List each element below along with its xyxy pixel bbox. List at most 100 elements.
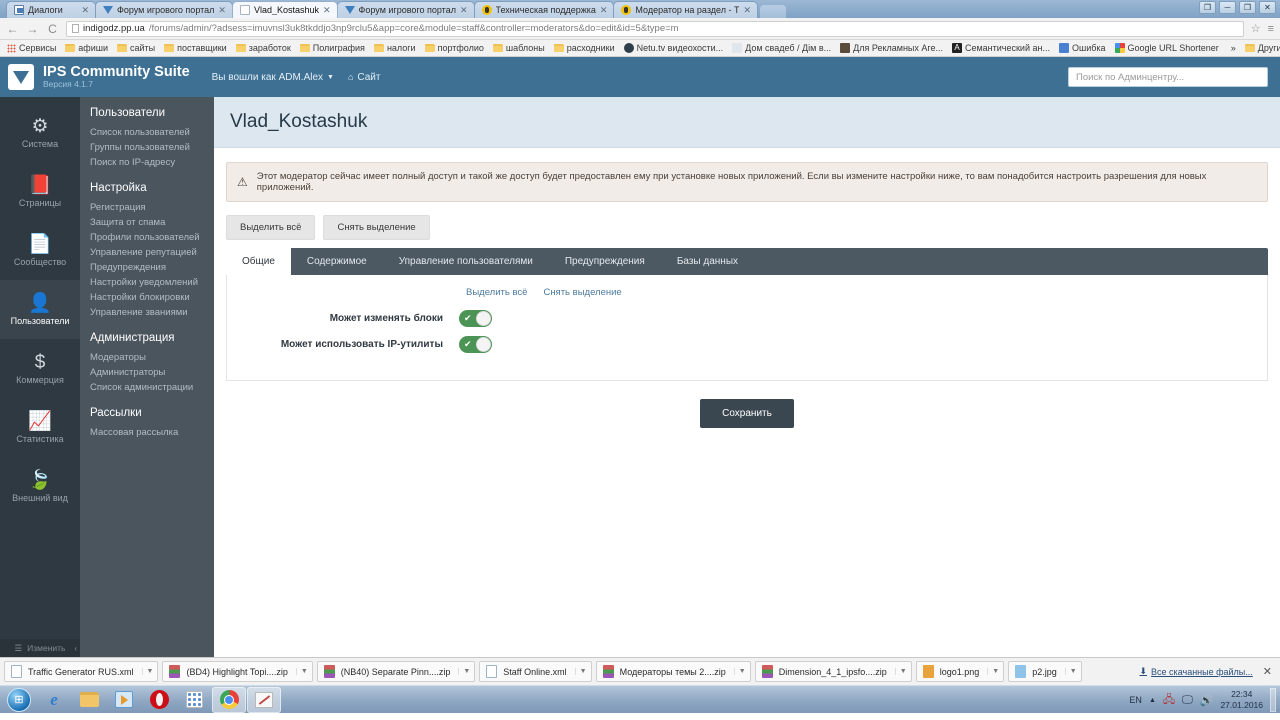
download-item[interactable]: Dimension_4_1_ipsfo....zip ▼ (754, 661, 912, 682)
browser-tab[interactable]: Техническая поддержка ✕ (473, 1, 615, 18)
back-icon[interactable]: ← (6, 22, 19, 36)
menu-item-user-groups[interactable]: Группы пользователей (90, 140, 214, 155)
maximize-button[interactable]: ❐ (1239, 1, 1256, 14)
minimize-button[interactable]: ─ (1219, 1, 1236, 14)
bookmark-item[interactable]: Полиграфия (297, 43, 368, 53)
chevron-down-icon[interactable]: ▼ (295, 668, 308, 675)
menu-item-administrators[interactable]: Администраторы (90, 365, 214, 380)
language-indicator[interactable]: EN (1129, 695, 1142, 705)
chevron-down-icon[interactable]: ▼ (458, 668, 470, 675)
chevron-down-icon[interactable]: ▼ (1064, 668, 1077, 675)
close-icon[interactable]: ✕ (218, 5, 226, 16)
taskbar-explorer[interactable] (72, 687, 106, 713)
bookmark-item[interactable]: Дом свадеб / Дім в... (729, 43, 834, 53)
bookmark-item[interactable]: Сервисы (4, 43, 59, 53)
taskbar-media-player[interactable] (107, 687, 141, 713)
show-desktop-button[interactable] (1270, 688, 1276, 712)
site-link[interactable]: ⌂ Сайт (348, 72, 381, 83)
rail-item-stats[interactable]: 📈 Статистика (0, 398, 80, 457)
rail-item-users[interactable]: 👤 Пользователи (0, 280, 80, 339)
menu-item-ranks[interactable]: Управление званиями (90, 305, 214, 320)
taskbar-internet-explorer[interactable]: e (37, 687, 71, 713)
menu-item-spam-protection[interactable]: Защита от спама (90, 215, 214, 230)
download-item[interactable]: logo1.png ▼ (915, 661, 1005, 682)
menu-item-lockdown[interactable]: Настройки блокировки (90, 290, 214, 305)
browser-tab-active[interactable]: Vlad_Kostashuk ✕ (231, 1, 338, 18)
restore-group-icon[interactable]: ❐ (1199, 1, 1216, 14)
select-all-button[interactable]: Выделить всё (226, 215, 316, 240)
menu-item-ip-search[interactable]: Поиск по IP-адресу (90, 155, 214, 170)
tab-databases[interactable]: Базы данных (661, 248, 754, 275)
browser-tab[interactable]: Форум игрового портал ✕ (95, 1, 233, 18)
bookmark-item[interactable]: афиши (62, 43, 111, 53)
network-error-icon[interactable]: 🖧 (1163, 691, 1175, 710)
bookmark-item[interactable]: расходники (551, 43, 618, 53)
address-bar[interactable]: indigodz.pp.ua/forums/admin/?adsess=imuv… (66, 20, 1244, 37)
bookmark-star-icon[interactable]: ☆ (1251, 22, 1261, 35)
browser-menu-icon[interactable]: ≡ (1268, 23, 1274, 35)
start-button[interactable]: ⊞ (2, 687, 36, 713)
bookmark-item[interactable]: Netu.tv видеохости... (621, 43, 727, 53)
display-icon[interactable]: 🖵 (1182, 694, 1193, 707)
taskbar-apps[interactable] (177, 687, 211, 713)
close-icon[interactable]: ✕ (81, 5, 89, 16)
bookmarks-overflow-button[interactable]: » (1228, 43, 1239, 53)
rail-item-system[interactable]: ⚙ Система (0, 103, 80, 162)
tab-warnings[interactable]: Предупреждения (549, 248, 661, 275)
browser-tab[interactable]: Диалоги ✕ (6, 1, 96, 18)
bookmark-item[interactable]: Google URL Shortener (1112, 43, 1222, 53)
menu-item-staff-list[interactable]: Список администрации (90, 380, 214, 395)
bookmark-item[interactable]: Для Рекламных Аге... (837, 43, 946, 53)
rail-edit-button[interactable]: ☰ Изменить (0, 639, 80, 657)
tab-user-management[interactable]: Управление пользователями (383, 248, 549, 275)
panel-deselect-all-link[interactable]: Снять выделение (543, 287, 621, 298)
volume-icon[interactable]: 🔊 (1200, 694, 1214, 707)
rail-item-pages[interactable]: 📕 Страницы (0, 162, 80, 221)
menu-item-moderators[interactable]: Модераторы (90, 350, 214, 365)
menu-item-warnings[interactable]: Предупреждения (90, 260, 214, 275)
menu-item-profiles[interactable]: Профили пользователей (90, 230, 214, 245)
forward-icon[interactable]: → (26, 22, 39, 36)
admin-search-input[interactable]: Поиск по Админцентру... (1068, 67, 1268, 87)
menu-item-bulk-mail[interactable]: Массовая рассылка (90, 425, 214, 440)
chevron-down-icon[interactable]: ▼ (733, 668, 746, 675)
bookmark-item[interactable]: Ошибка (1056, 43, 1109, 53)
tab-content[interactable]: Содержимое (291, 248, 383, 275)
browser-tab[interactable]: Форум игрового портал ✕ (336, 1, 475, 18)
toggle-can-edit-blocks[interactable]: ✔ (459, 310, 492, 327)
menu-item-reputation[interactable]: Управление репутацией (90, 245, 214, 260)
download-item[interactable]: Traffic Generator RUS.xml ▼ (4, 661, 159, 682)
close-icon[interactable]: ✕ (600, 5, 608, 16)
download-item[interactable]: Модераторы темы 2....zip ▼ (595, 661, 751, 682)
bookmark-item[interactable]: поставщики (161, 43, 230, 53)
taskbar-chrome[interactable] (212, 686, 246, 713)
bookmark-item[interactable]: заработок (233, 43, 294, 53)
browser-tab[interactable]: Модератор на раздел - Т ✕ (613, 1, 758, 18)
collapse-icon[interactable]: ‹ (74, 644, 77, 653)
show-hidden-icons-icon[interactable]: ▲ (1149, 697, 1156, 704)
download-item[interactable]: p2.jpg ▼ (1008, 661, 1082, 682)
chevron-down-icon[interactable]: ▼ (141, 668, 153, 675)
clock[interactable]: 22:34 27.01.2016 (1220, 689, 1263, 711)
show-all-downloads-link[interactable]: ⬇ Все скачанные файлы... (1140, 666, 1253, 677)
chevron-down-icon[interactable]: ▼ (987, 668, 999, 675)
download-item[interactable]: (NB40) Separate Pinn....zip ▼ (316, 661, 476, 682)
rail-item-appearance[interactable]: 🍃 Внешний вид (0, 457, 80, 516)
menu-item-user-list[interactable]: Список пользователей (90, 125, 214, 140)
chevron-down-icon[interactable]: ▼ (894, 668, 907, 675)
download-item[interactable]: Staff Online.xml ▼ (479, 661, 592, 682)
new-tab-button[interactable] (760, 5, 786, 18)
chevron-down-icon[interactable]: ▼ (574, 668, 587, 675)
deselect-all-button[interactable]: Снять выделение (323, 215, 430, 240)
save-button[interactable]: Сохранить (700, 399, 794, 428)
other-bookmarks-button[interactable]: Другие закладки (1242, 43, 1280, 53)
user-menu[interactable]: Вы вошли как ADM.Alex ▼ (212, 72, 334, 83)
toggle-can-use-ip-tools[interactable]: ✔ (459, 336, 492, 353)
close-icon[interactable]: ✕ (323, 5, 331, 16)
close-icon[interactable]: ✕ (743, 5, 751, 16)
close-icon[interactable]: ✕ (460, 5, 468, 16)
bookmark-item[interactable]: сайты (114, 43, 158, 53)
rail-item-commerce[interactable]: $ Коммерция (0, 339, 80, 398)
close-window-button[interactable]: ✕ (1259, 1, 1276, 14)
rail-item-community[interactable]: 📄 Сообщество (0, 221, 80, 280)
